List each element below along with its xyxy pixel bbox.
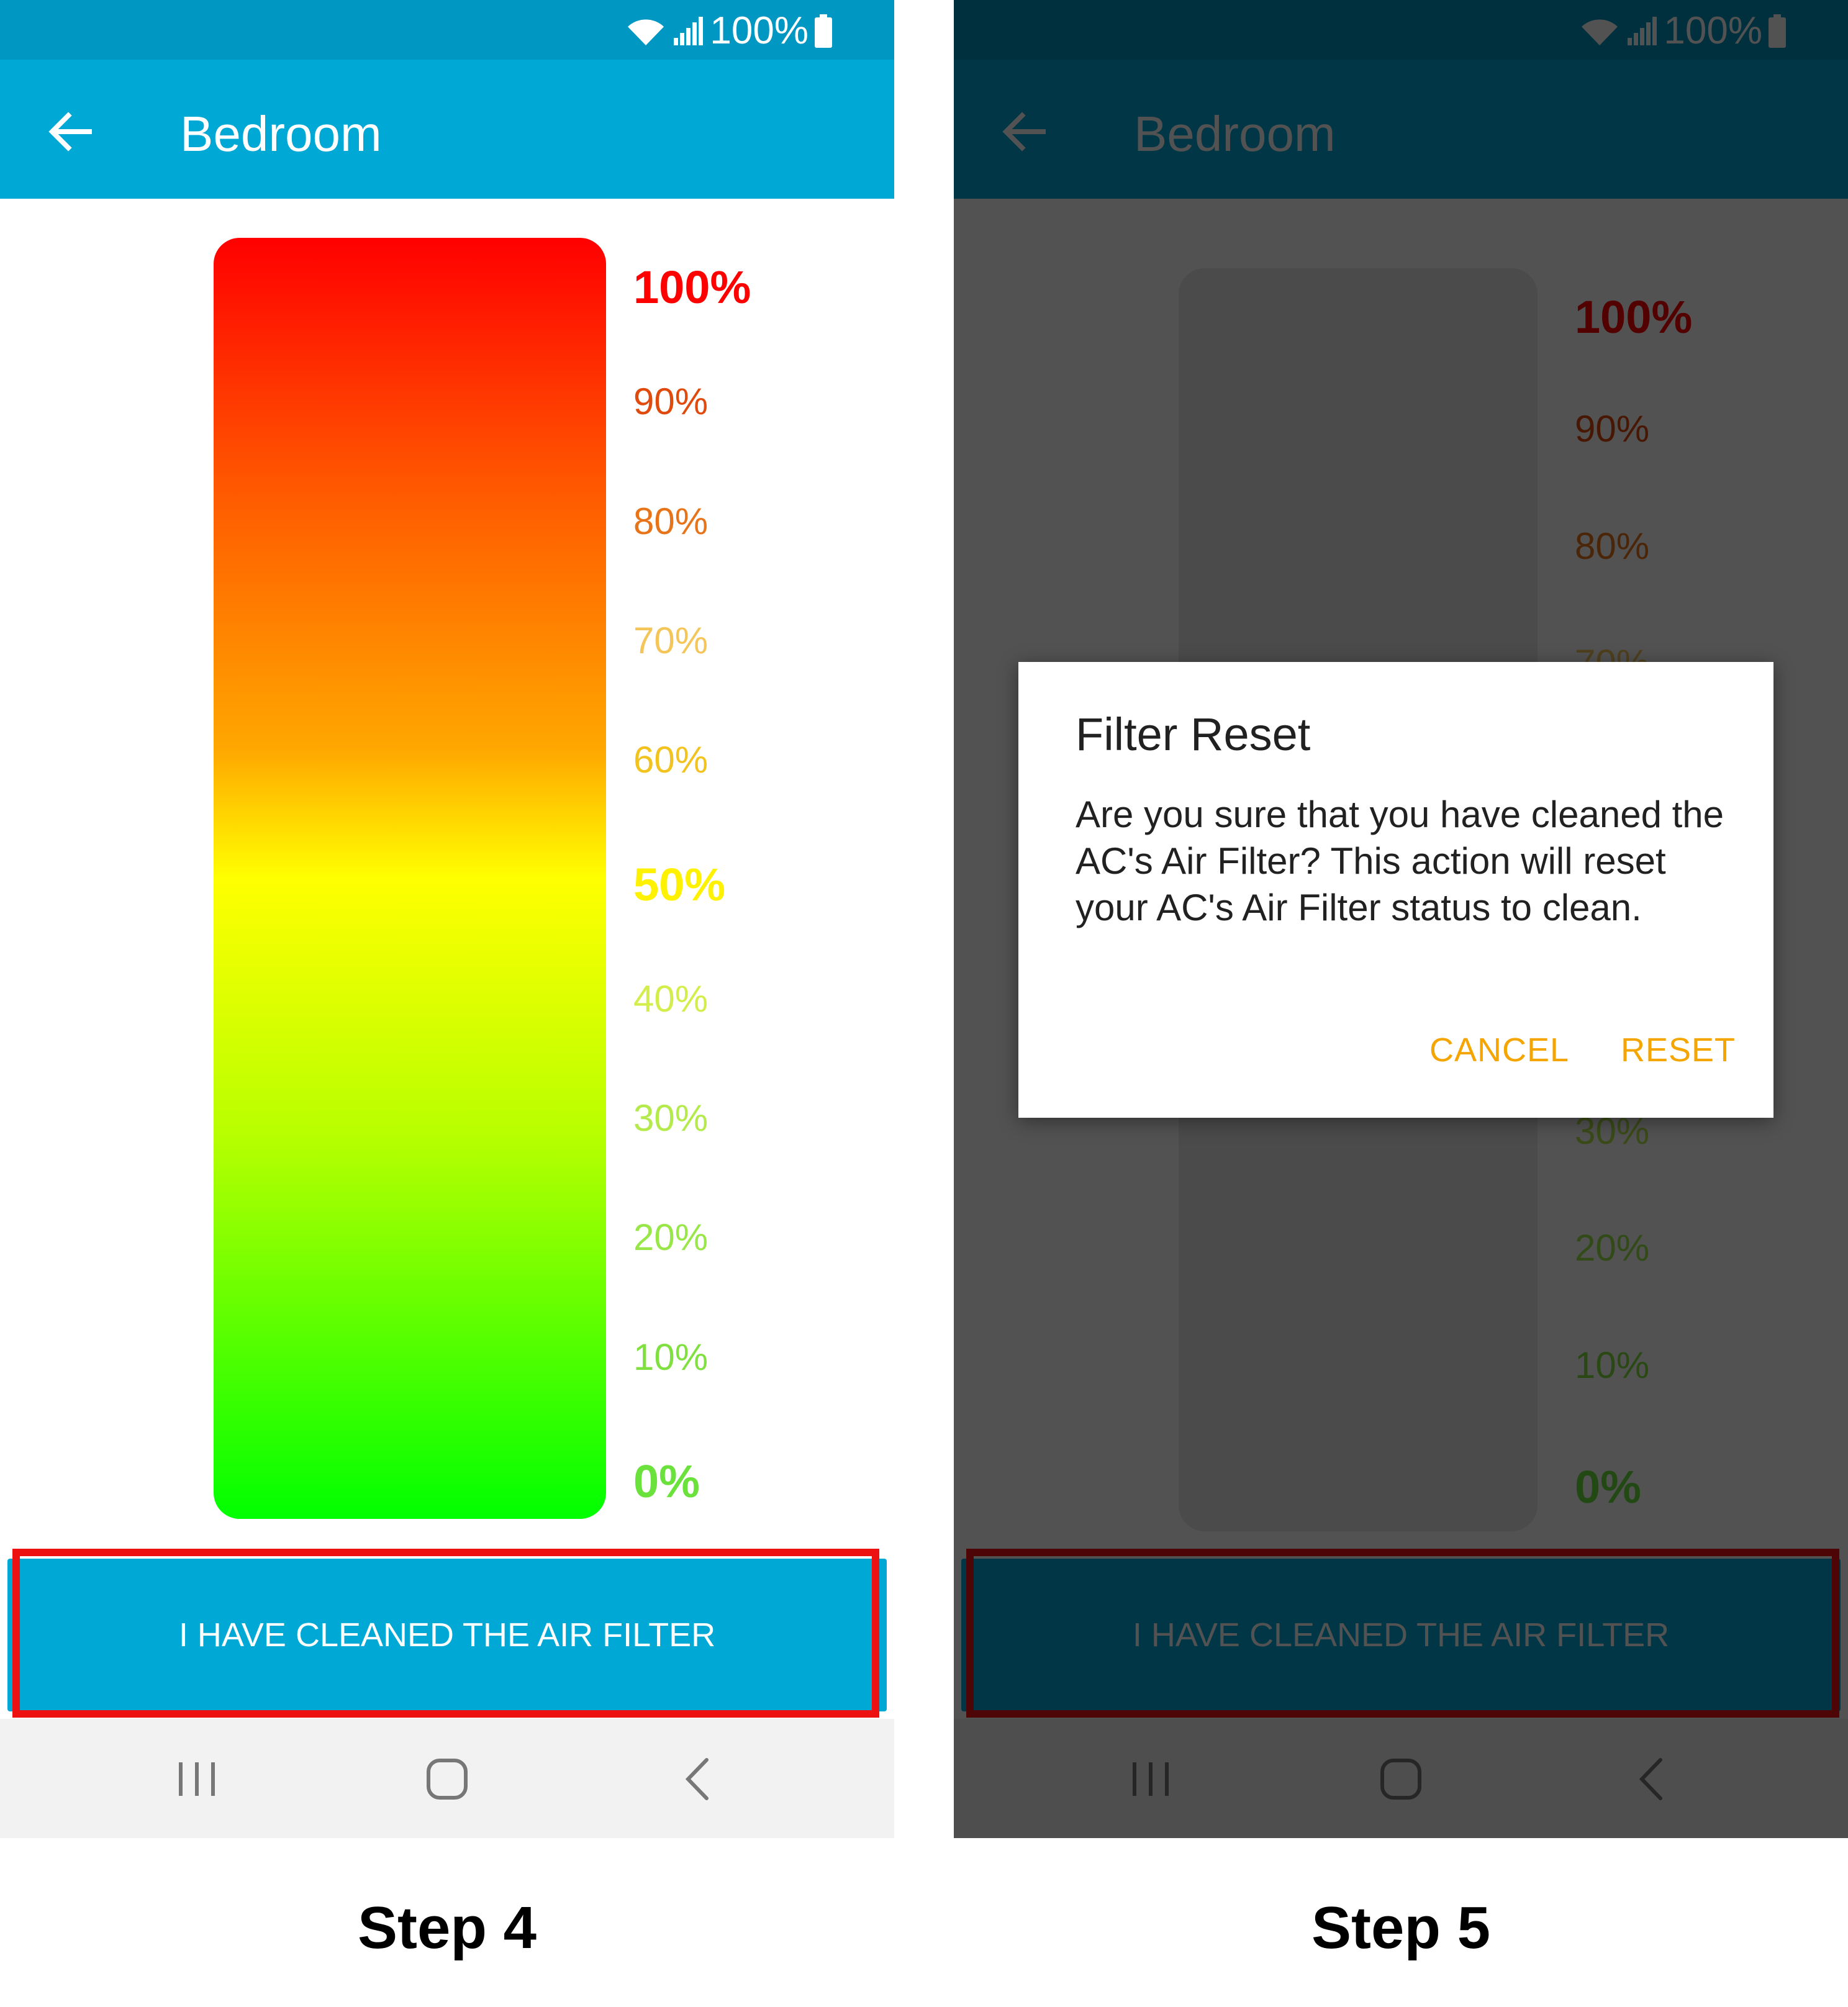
gauge-label-30-pct: 30% xyxy=(633,1097,709,1139)
gauge-label-60-pct: 60% xyxy=(633,739,709,781)
battery-percentage: 100% xyxy=(710,9,808,52)
gauge-label-50-pct: 50% xyxy=(633,858,726,910)
gauge-label-10-pct: 10% xyxy=(633,1336,709,1378)
home-icon[interactable] xyxy=(419,1751,475,1807)
step4-caption: Step 4 xyxy=(357,1895,537,1961)
filter-reset-dialog: Filter Reset Are you sure that you have … xyxy=(1018,662,1773,1118)
gauge-label-20-pct: 20% xyxy=(633,1216,709,1259)
gauge-label-100-pct: 100% xyxy=(633,261,751,313)
cancel-button[interactable]: CANCEL xyxy=(1429,1031,1569,1069)
system-nav-bar xyxy=(0,1719,894,1838)
reset-button[interactable]: RESET xyxy=(1621,1031,1736,1069)
filter-status-gauge xyxy=(214,238,606,1519)
nav-back-icon[interactable] xyxy=(671,1751,727,1807)
phone-screen-step4: 100% Bedroom 100% 90% 80% 70% 60% 50% 40% 30% 20… xyxy=(0,0,894,1838)
signal-icon xyxy=(674,16,704,45)
gauge-label-90-pct: 90% xyxy=(633,381,709,423)
recents-icon[interactable] xyxy=(169,1751,225,1807)
dialog-message: Are you sure that you have cleaned the A… xyxy=(1076,794,1724,928)
step5-caption: Step 5 xyxy=(1311,1895,1491,1961)
status-bar: 100% xyxy=(0,0,894,60)
back-arrow-icon[interactable] xyxy=(45,107,94,156)
page-title: Bedroom xyxy=(180,106,382,161)
step-highlight-box xyxy=(12,1549,879,1718)
gauge-label-80-pct: 80% xyxy=(633,500,709,542)
gauge-label-0-pct: 0% xyxy=(633,1456,700,1507)
battery-icon xyxy=(815,14,832,48)
dialog-title: Filter Reset xyxy=(1076,709,1311,760)
gauge-label-40-pct: 40% xyxy=(633,977,709,1020)
gauge-label-70-pct: 70% xyxy=(633,619,709,661)
wifi-icon xyxy=(628,19,664,45)
phone-screen-step5: 100% Bedroom 100%90%80%70%60%50%40%30%20… xyxy=(954,0,1848,1838)
app-bar: Bedroom xyxy=(0,60,894,199)
